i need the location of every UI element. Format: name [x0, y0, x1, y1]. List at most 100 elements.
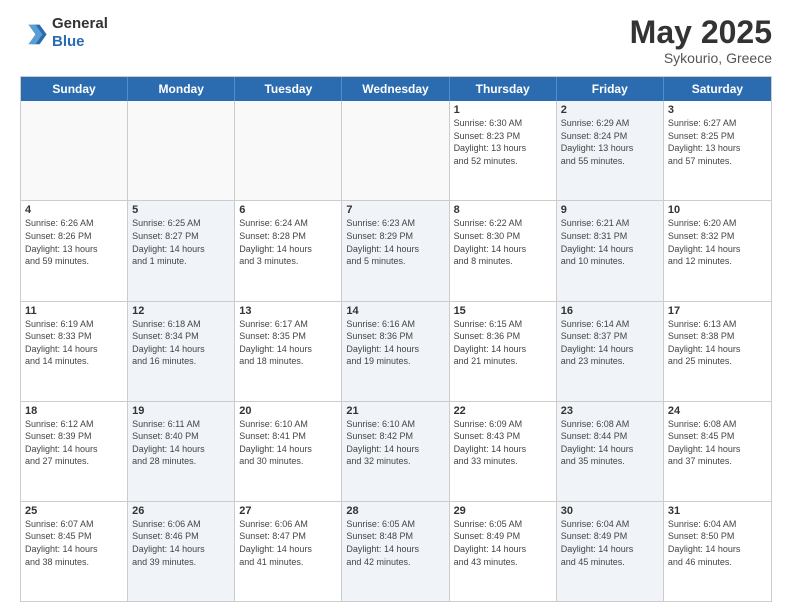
cal-row-0: 1Sunrise: 6:30 AM Sunset: 8:23 PM Daylig…: [21, 101, 771, 200]
day-number: 14: [346, 305, 444, 317]
cal-cell-day-1: 1Sunrise: 6:30 AM Sunset: 8:23 PM Daylig…: [450, 101, 557, 200]
logo-line1: General: [52, 15, 108, 32]
cell-info: Sunrise: 6:13 AM Sunset: 8:38 PM Dayligh…: [668, 318, 767, 368]
cell-info: Sunrise: 6:30 AM Sunset: 8:23 PM Dayligh…: [454, 117, 552, 167]
cell-info: Sunrise: 6:29 AM Sunset: 8:24 PM Dayligh…: [561, 117, 659, 167]
day-number: 9: [561, 204, 659, 216]
title-block: May 2025 Sykourio, Greece: [630, 15, 772, 66]
day-number: 10: [668, 204, 767, 216]
cal-cell-empty: [235, 101, 342, 200]
day-number: 25: [25, 505, 123, 517]
cal-header-tuesday: Tuesday: [235, 77, 342, 101]
cal-cell-day-23: 23Sunrise: 6:08 AM Sunset: 8:44 PM Dayli…: [557, 402, 664, 501]
cell-info: Sunrise: 6:10 AM Sunset: 8:42 PM Dayligh…: [346, 418, 444, 468]
day-number: 22: [454, 405, 552, 417]
cell-info: Sunrise: 6:14 AM Sunset: 8:37 PM Dayligh…: [561, 318, 659, 368]
cal-cell-day-26: 26Sunrise: 6:06 AM Sunset: 8:46 PM Dayli…: [128, 502, 235, 601]
cell-info: Sunrise: 6:16 AM Sunset: 8:36 PM Dayligh…: [346, 318, 444, 368]
subtitle: Sykourio, Greece: [630, 50, 772, 66]
cell-info: Sunrise: 6:06 AM Sunset: 8:47 PM Dayligh…: [239, 518, 337, 568]
cal-cell-day-24: 24Sunrise: 6:08 AM Sunset: 8:45 PM Dayli…: [664, 402, 771, 501]
day-number: 18: [25, 405, 123, 417]
cal-cell-day-8: 8Sunrise: 6:22 AM Sunset: 8:30 PM Daylig…: [450, 201, 557, 300]
logo-icon: [20, 19, 48, 47]
day-number: 29: [454, 505, 552, 517]
cal-cell-day-11: 11Sunrise: 6:19 AM Sunset: 8:33 PM Dayli…: [21, 302, 128, 401]
day-number: 3: [668, 104, 767, 116]
cal-header-friday: Friday: [557, 77, 664, 101]
cal-cell-empty: [21, 101, 128, 200]
calendar-header: SundayMondayTuesdayWednesdayThursdayFrid…: [21, 77, 771, 101]
day-number: 26: [132, 505, 230, 517]
cell-info: Sunrise: 6:22 AM Sunset: 8:30 PM Dayligh…: [454, 217, 552, 267]
cal-cell-day-18: 18Sunrise: 6:12 AM Sunset: 8:39 PM Dayli…: [21, 402, 128, 501]
cell-info: Sunrise: 6:21 AM Sunset: 8:31 PM Dayligh…: [561, 217, 659, 267]
cal-cell-day-3: 3Sunrise: 6:27 AM Sunset: 8:25 PM Daylig…: [664, 101, 771, 200]
calendar-body: 1Sunrise: 6:30 AM Sunset: 8:23 PM Daylig…: [21, 101, 771, 601]
cell-info: Sunrise: 6:19 AM Sunset: 8:33 PM Dayligh…: [25, 318, 123, 368]
cal-header-sunday: Sunday: [21, 77, 128, 101]
cell-info: Sunrise: 6:23 AM Sunset: 8:29 PM Dayligh…: [346, 217, 444, 267]
cal-header-wednesday: Wednesday: [342, 77, 449, 101]
cal-cell-day-21: 21Sunrise: 6:10 AM Sunset: 8:42 PM Dayli…: [342, 402, 449, 501]
cal-cell-day-27: 27Sunrise: 6:06 AM Sunset: 8:47 PM Dayli…: [235, 502, 342, 601]
cal-cell-day-12: 12Sunrise: 6:18 AM Sunset: 8:34 PM Dayli…: [128, 302, 235, 401]
day-number: 8: [454, 204, 552, 216]
cell-info: Sunrise: 6:08 AM Sunset: 8:45 PM Dayligh…: [668, 418, 767, 468]
day-number: 2: [561, 104, 659, 116]
cell-info: Sunrise: 6:26 AM Sunset: 8:26 PM Dayligh…: [25, 217, 123, 267]
cell-info: Sunrise: 6:08 AM Sunset: 8:44 PM Dayligh…: [561, 418, 659, 468]
cal-cell-day-4: 4Sunrise: 6:26 AM Sunset: 8:26 PM Daylig…: [21, 201, 128, 300]
cal-cell-day-13: 13Sunrise: 6:17 AM Sunset: 8:35 PM Dayli…: [235, 302, 342, 401]
cal-cell-day-30: 30Sunrise: 6:04 AM Sunset: 8:49 PM Dayli…: [557, 502, 664, 601]
day-number: 5: [132, 204, 230, 216]
cell-info: Sunrise: 6:09 AM Sunset: 8:43 PM Dayligh…: [454, 418, 552, 468]
header: General Blue May 2025 Sykourio, Greece: [20, 15, 772, 66]
cal-cell-day-17: 17Sunrise: 6:13 AM Sunset: 8:38 PM Dayli…: [664, 302, 771, 401]
cal-cell-day-19: 19Sunrise: 6:11 AM Sunset: 8:40 PM Dayli…: [128, 402, 235, 501]
cal-cell-day-6: 6Sunrise: 6:24 AM Sunset: 8:28 PM Daylig…: [235, 201, 342, 300]
cal-cell-day-16: 16Sunrise: 6:14 AM Sunset: 8:37 PM Dayli…: [557, 302, 664, 401]
cal-cell-empty: [128, 101, 235, 200]
cal-cell-day-7: 7Sunrise: 6:23 AM Sunset: 8:29 PM Daylig…: [342, 201, 449, 300]
day-number: 20: [239, 405, 337, 417]
cell-info: Sunrise: 6:06 AM Sunset: 8:46 PM Dayligh…: [132, 518, 230, 568]
day-number: 4: [25, 204, 123, 216]
day-number: 11: [25, 305, 123, 317]
cell-info: Sunrise: 6:04 AM Sunset: 8:49 PM Dayligh…: [561, 518, 659, 568]
cell-info: Sunrise: 6:11 AM Sunset: 8:40 PM Dayligh…: [132, 418, 230, 468]
cal-cell-day-29: 29Sunrise: 6:05 AM Sunset: 8:49 PM Dayli…: [450, 502, 557, 601]
day-number: 17: [668, 305, 767, 317]
cal-cell-day-2: 2Sunrise: 6:29 AM Sunset: 8:24 PM Daylig…: [557, 101, 664, 200]
main-title: May 2025: [630, 15, 772, 50]
day-number: 15: [454, 305, 552, 317]
day-number: 27: [239, 505, 337, 517]
cal-cell-day-25: 25Sunrise: 6:07 AM Sunset: 8:45 PM Dayli…: [21, 502, 128, 601]
cell-info: Sunrise: 6:17 AM Sunset: 8:35 PM Dayligh…: [239, 318, 337, 368]
cell-info: Sunrise: 6:15 AM Sunset: 8:36 PM Dayligh…: [454, 318, 552, 368]
cell-info: Sunrise: 6:05 AM Sunset: 8:49 PM Dayligh…: [454, 518, 552, 568]
cell-info: Sunrise: 6:27 AM Sunset: 8:25 PM Dayligh…: [668, 117, 767, 167]
cal-header-thursday: Thursday: [450, 77, 557, 101]
day-number: 24: [668, 405, 767, 417]
cal-header-saturday: Saturday: [664, 77, 771, 101]
day-number: 23: [561, 405, 659, 417]
cal-row-3: 18Sunrise: 6:12 AM Sunset: 8:39 PM Dayli…: [21, 401, 771, 501]
day-number: 28: [346, 505, 444, 517]
cell-info: Sunrise: 6:20 AM Sunset: 8:32 PM Dayligh…: [668, 217, 767, 267]
logo: General Blue: [20, 15, 108, 51]
cal-cell-empty: [342, 101, 449, 200]
logo-text: General Blue: [52, 15, 108, 51]
cal-cell-day-15: 15Sunrise: 6:15 AM Sunset: 8:36 PM Dayli…: [450, 302, 557, 401]
cell-info: Sunrise: 6:10 AM Sunset: 8:41 PM Dayligh…: [239, 418, 337, 468]
cal-row-4: 25Sunrise: 6:07 AM Sunset: 8:45 PM Dayli…: [21, 501, 771, 601]
cal-row-1: 4Sunrise: 6:26 AM Sunset: 8:26 PM Daylig…: [21, 200, 771, 300]
day-number: 1: [454, 104, 552, 116]
cell-info: Sunrise: 6:12 AM Sunset: 8:39 PM Dayligh…: [25, 418, 123, 468]
day-number: 12: [132, 305, 230, 317]
cal-cell-day-20: 20Sunrise: 6:10 AM Sunset: 8:41 PM Dayli…: [235, 402, 342, 501]
cal-header-monday: Monday: [128, 77, 235, 101]
day-number: 21: [346, 405, 444, 417]
cal-cell-day-14: 14Sunrise: 6:16 AM Sunset: 8:36 PM Dayli…: [342, 302, 449, 401]
cell-info: Sunrise: 6:25 AM Sunset: 8:27 PM Dayligh…: [132, 217, 230, 267]
